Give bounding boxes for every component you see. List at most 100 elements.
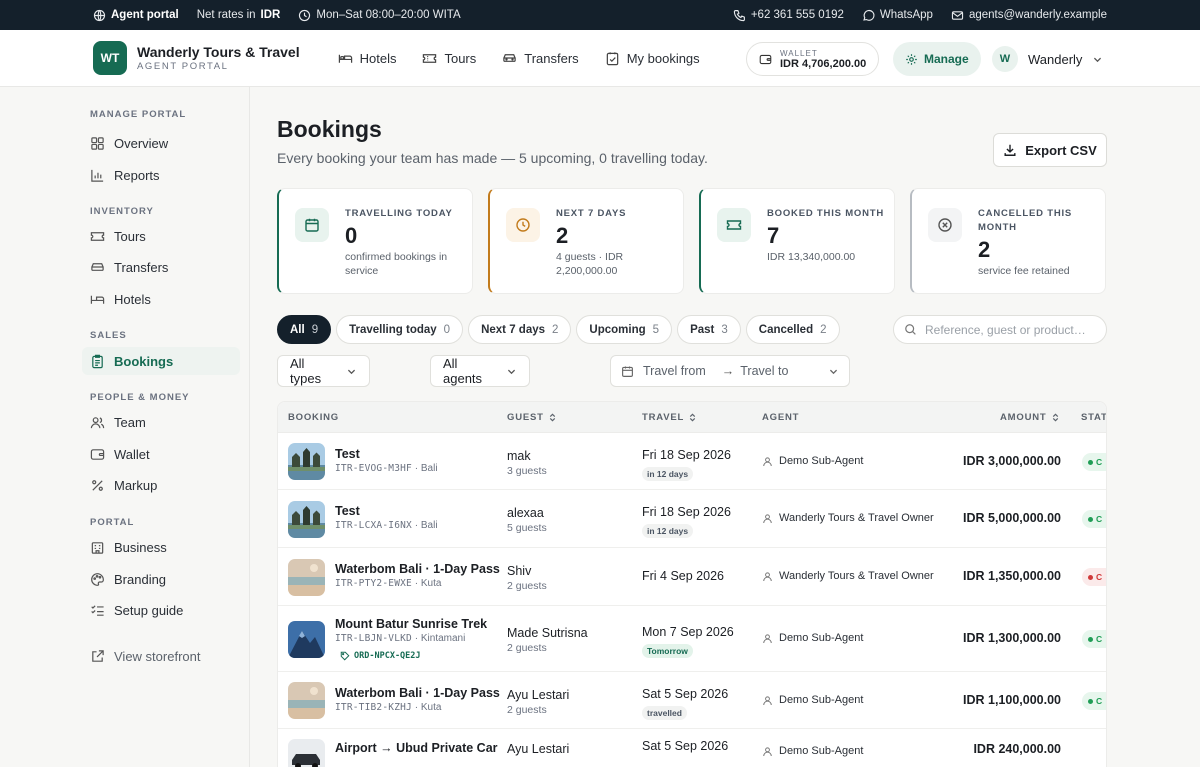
tag-icon: [340, 651, 350, 661]
avatar: W: [992, 46, 1018, 72]
guest-count: 2 guests: [507, 704, 547, 716]
stat-icon: [928, 208, 962, 242]
sidebar-section-people-money: PEOPLE & MONEY: [90, 392, 190, 403]
agent-cell: Demo Sub-Agent: [762, 745, 863, 757]
booking-reference: ITR-EVOG-M3HF · Bali: [335, 463, 438, 474]
sidebar-item-overview[interactable]: Overview: [82, 129, 240, 157]
brand[interactable]: Wanderly Tours & Travel AGENT PORTAL: [137, 44, 300, 72]
product-name[interactable]: Airport → Ubud Private Car: [335, 741, 498, 755]
table-header: BOOKING GUEST TRAVEL AGENT AMOUNT STAT: [278, 402, 1106, 433]
chevron-down-icon: [346, 366, 357, 377]
sidebar-item-team[interactable]: Team: [82, 408, 240, 436]
product-name[interactable]: Test: [335, 504, 360, 518]
email-link[interactable]: agents@wanderly.example: [951, 9, 1107, 22]
status-badge: C: [1082, 510, 1106, 528]
tab-upcoming[interactable]: Upcoming 5: [576, 315, 673, 344]
sidebar-item-setup-guide[interactable]: Setup guide: [82, 596, 240, 624]
brand-logo[interactable]: WT: [93, 41, 127, 75]
search-input[interactable]: [925, 322, 1095, 337]
booking-amount: IDR 1,100,000.00: [963, 693, 1061, 707]
stat-description: service fee retained: [978, 265, 1070, 277]
tab-next-7-days[interactable]: Next 7 days 2: [468, 315, 572, 344]
travel-from-field[interactable]: Travel from: [643, 364, 706, 378]
product-name[interactable]: Waterbom Bali · 1-Day Pass: [335, 686, 500, 700]
booking-amount: IDR 5,000,000.00: [963, 511, 1061, 525]
travel-date-range[interactable]: Travel from → Travel to: [610, 355, 850, 387]
sidebar-item-reports[interactable]: Reports: [82, 161, 240, 189]
table-row[interactable]: Airport → Ubud Private Car Ayu Lestari Sat…: [278, 729, 1106, 767]
sidebar-section-inventory: INVENTORY: [90, 206, 154, 217]
status-badge: C: [1082, 568, 1106, 586]
user-name: Wanderly: [1028, 51, 1083, 67]
travel-to-field[interactable]: Travel to: [740, 364, 788, 378]
agent-portal-label: Agent portal: [93, 9, 179, 22]
sidebar-item-markup[interactable]: Markup: [82, 471, 240, 499]
travel-badge: travelled: [642, 706, 687, 720]
brand-subtitle: AGENT PORTAL: [137, 61, 229, 72]
gear-icon: [905, 53, 918, 66]
sidebar-item-transfers[interactable]: Transfers: [82, 253, 240, 281]
nav-tours[interactable]: Tours: [422, 51, 476, 66]
table-row[interactable]: Waterbom Bali · 1-Day Pass ITR-TIB2-KZHJ …: [278, 672, 1106, 729]
nav-hotels[interactable]: Hotels: [338, 51, 396, 66]
chevron-down-icon: [506, 366, 517, 377]
wallet-icon: [90, 447, 105, 462]
booking-reference: ITR-LBJN-VLKD · Kintamani: [335, 633, 466, 644]
stat-label: CANCELLED THIS MONTH: [978, 208, 1073, 233]
stat-label: BOOKED THIS MONTH: [767, 208, 885, 219]
status-badge: C: [1082, 630, 1106, 648]
product-name[interactable]: Mount Batur Sunrise Trek: [335, 617, 487, 631]
user-menu[interactable]: W Wanderly: [992, 42, 1103, 76]
nav-transfers[interactable]: Transfers: [502, 51, 579, 66]
column-status: STAT: [1081, 412, 1107, 423]
brand-name: Wanderly Tours & Travel: [137, 44, 300, 60]
x-circle-icon: [937, 217, 953, 233]
tab-travelling-today[interactable]: Travelling today 0: [336, 315, 464, 344]
sidebar-item-hotels[interactable]: Hotels: [82, 285, 240, 313]
sidebar-item-branding[interactable]: Branding: [82, 565, 240, 593]
arrow-right-icon: →: [721, 364, 735, 378]
users-icon: [90, 415, 105, 430]
booking-amount: IDR 240,000.00: [973, 742, 1061, 756]
sidebar-item-wallet[interactable]: Wallet: [82, 440, 240, 468]
table-row[interactable]: Test ITR-EVOG-M3HF · Bali mak 3 guests Fri 1…: [278, 433, 1106, 490]
whatsapp-link[interactable]: WhatsApp: [862, 9, 933, 22]
guest-count: 2 guests: [507, 580, 547, 592]
product-name[interactable]: Waterbom Bali · 1-Day Pass: [335, 562, 500, 576]
table-row[interactable]: Mount Batur Sunrise Trek ITR-LBJN-VLKD · …: [278, 606, 1106, 672]
clipboard-icon: [90, 354, 105, 369]
view-storefront-link[interactable]: View storefront: [82, 642, 240, 670]
tab-all[interactable]: All 9: [277, 315, 332, 344]
phone-link[interactable]: +62 361 555 0192: [733, 9, 844, 22]
type-filter-select[interactable]: All types: [277, 355, 370, 387]
travel-date: Sat 5 Sep 2026: [642, 739, 729, 753]
user-icon: [762, 456, 773, 467]
status-badge: C: [1082, 692, 1106, 710]
order-reference[interactable]: ORD-NPCX-QE2J: [340, 649, 421, 663]
wallet-balance[interactable]: WALLET IDR 4,706,200.00: [746, 42, 880, 76]
column-amount[interactable]: AMOUNT: [1000, 412, 1060, 423]
nav-my-bookings[interactable]: My bookings: [605, 51, 700, 66]
column-travel[interactable]: TRAVEL: [642, 412, 697, 423]
product-name[interactable]: Test: [335, 447, 360, 461]
export-csv-button[interactable]: Export CSV: [993, 133, 1107, 167]
stat-description: confirmed bookings in service: [345, 251, 448, 277]
sidebar-item-bookings[interactable]: Bookings: [82, 347, 240, 375]
sidebar-item-tours[interactable]: Tours: [82, 222, 240, 250]
agent-cell: Demo Sub-Agent: [762, 632, 863, 644]
column-agent: AGENT: [762, 412, 800, 423]
column-guest[interactable]: GUEST: [507, 412, 557, 423]
agent-filter-select[interactable]: All agents: [430, 355, 530, 387]
clock-icon: [298, 9, 311, 22]
clipboard-icon: [605, 51, 620, 66]
sidebar-item-business[interactable]: Business: [82, 533, 240, 561]
ticket-icon: [422, 51, 437, 66]
tab-past[interactable]: Past 3: [677, 315, 741, 344]
tab-cancelled[interactable]: Cancelled 2: [745, 315, 840, 344]
product-thumbnail: [288, 682, 325, 719]
manage-button[interactable]: Manage: [893, 42, 981, 76]
stat-value: 2: [978, 237, 991, 262]
travel-date: Fri 4 Sep 2026: [642, 569, 724, 583]
table-row[interactable]: Test ITR-LCXA-I6NX · Bali alexaa 5 guests Fr…: [278, 490, 1106, 548]
table-row[interactable]: Waterbom Bali · 1-Day Pass ITR-PTY2-EWXE …: [278, 548, 1106, 606]
